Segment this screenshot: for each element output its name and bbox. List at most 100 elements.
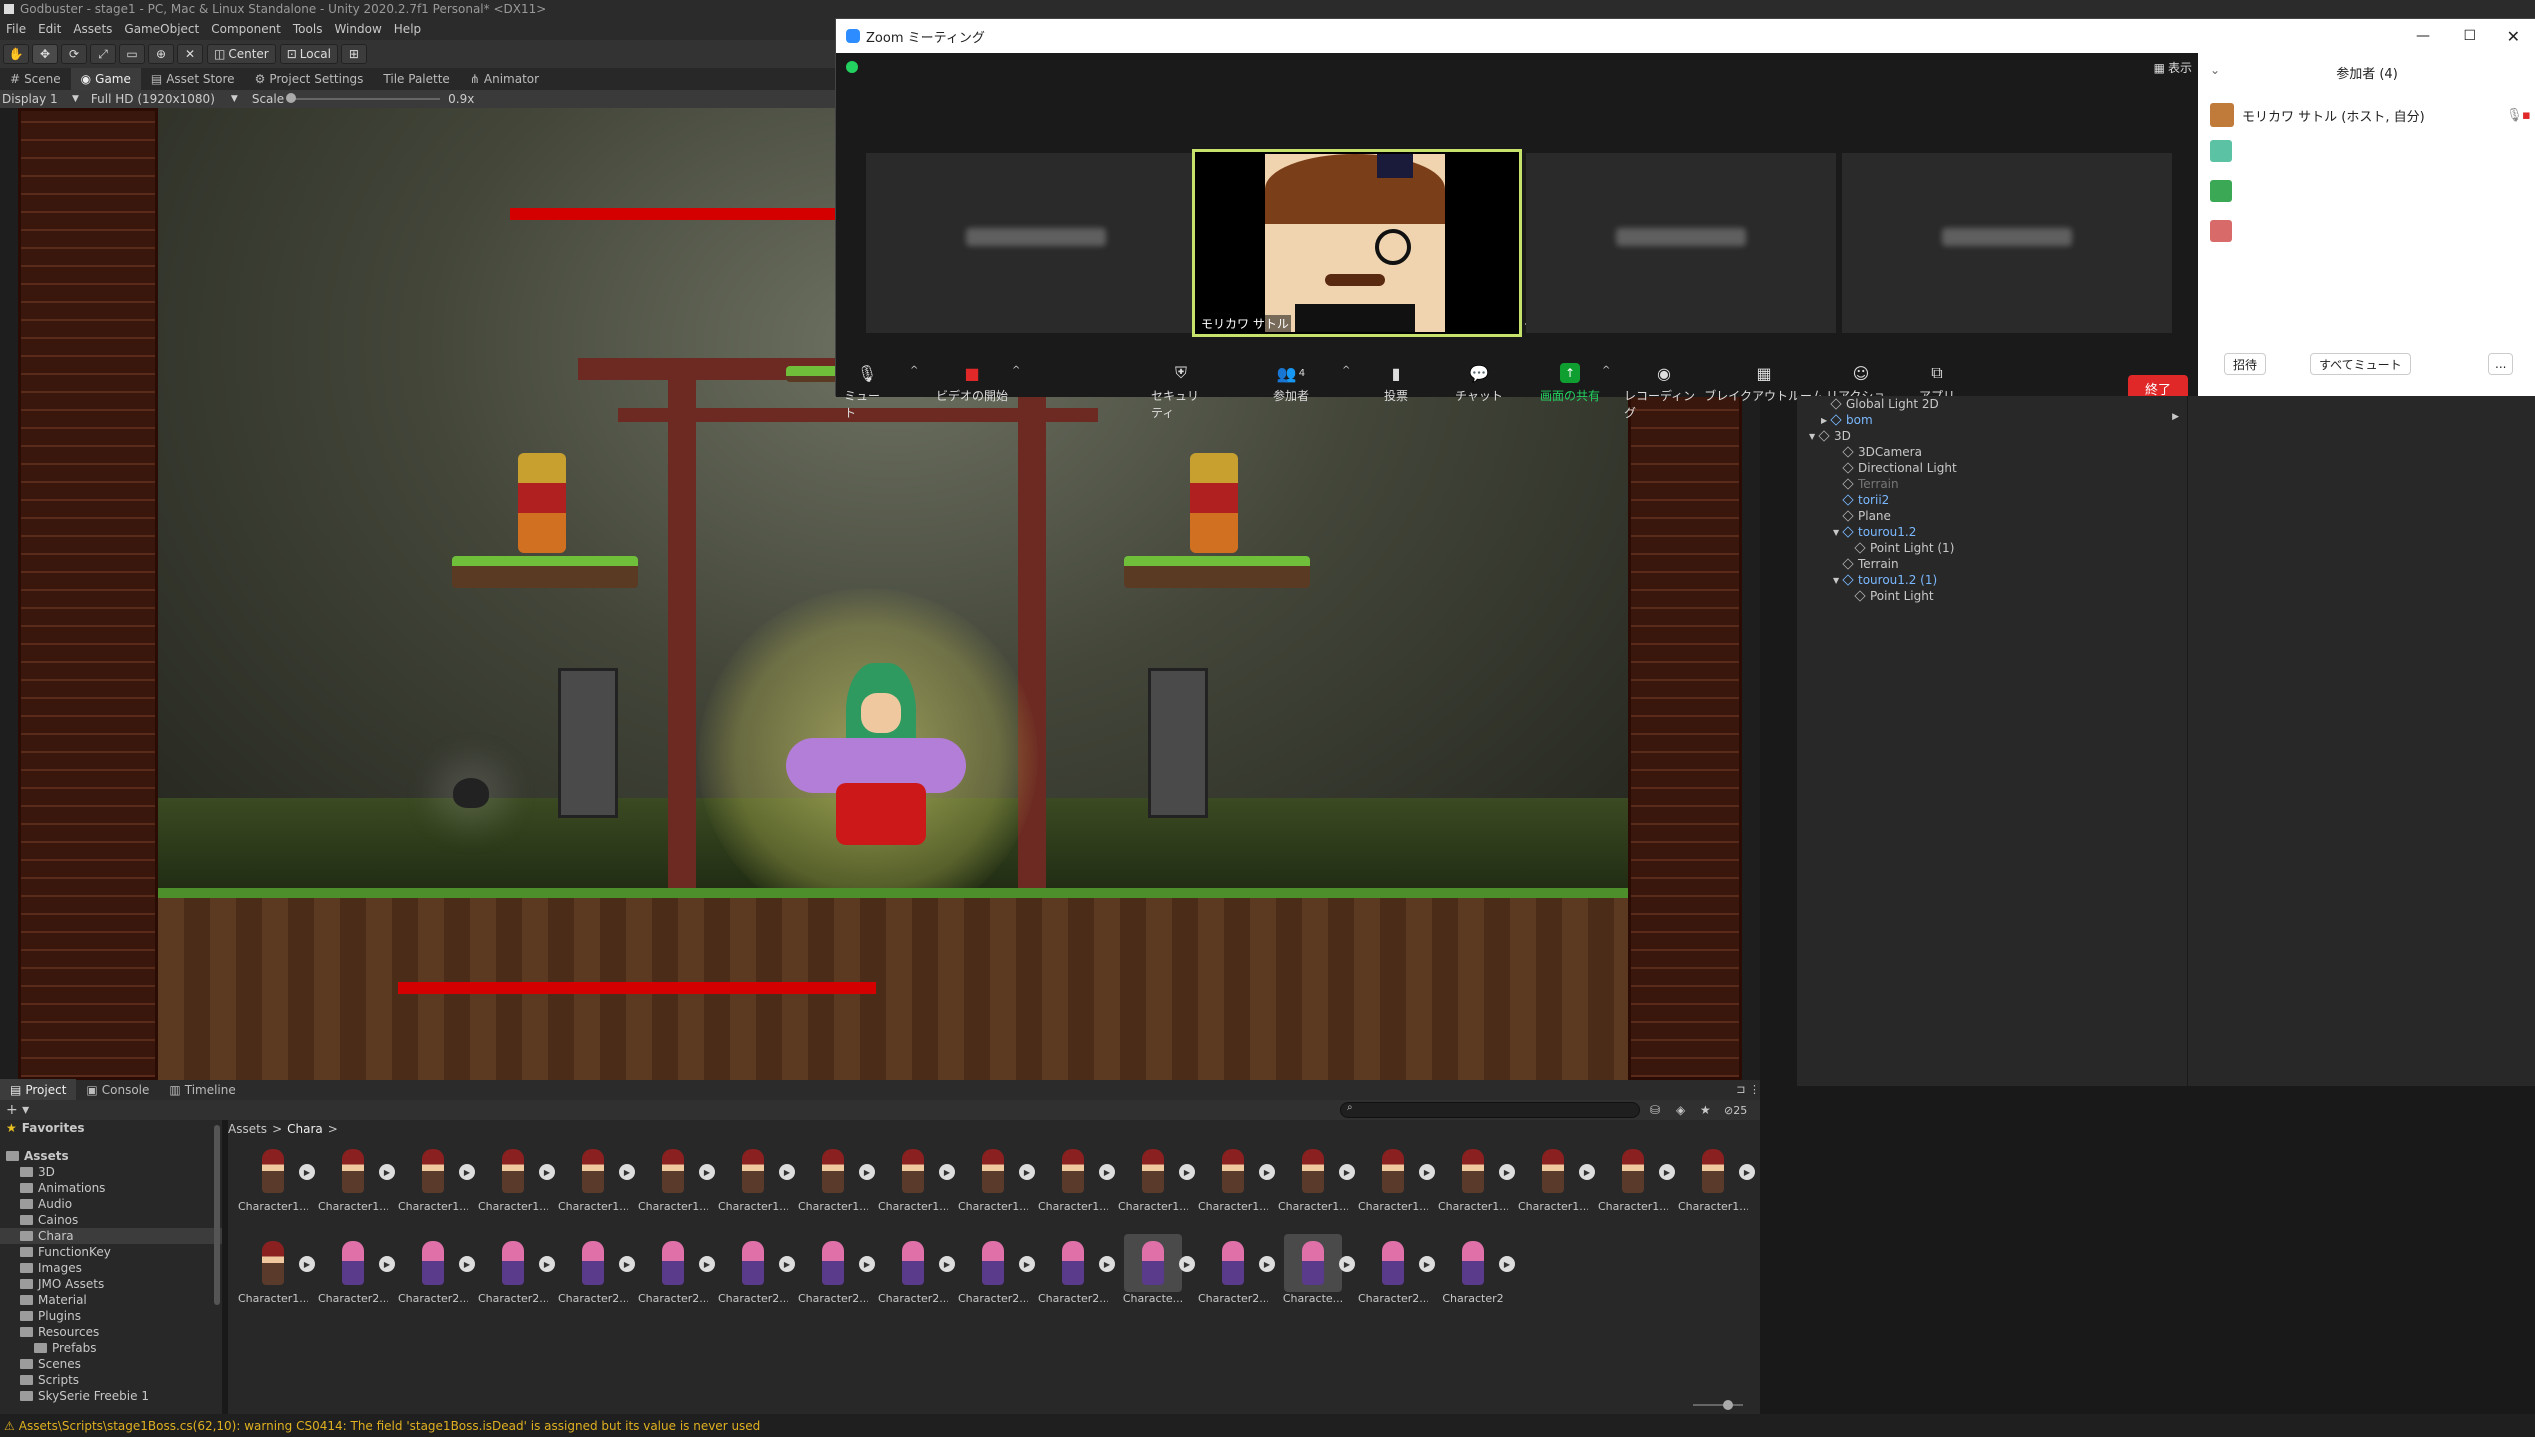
play-preview-icon[interactable]: ▶ <box>1259 1164 1275 1180</box>
asset-item[interactable]: ▶ Character2... <box>1198 1234 1275 1320</box>
play-preview-icon[interactable]: ▶ <box>1179 1164 1195 1180</box>
tree-folder-item[interactable]: Resources <box>0 1324 222 1340</box>
play-preview-icon[interactable]: ▶ <box>1499 1164 1515 1180</box>
mute-options-caret-icon[interactable]: ^ <box>910 365 918 376</box>
tree-folder-item[interactable]: Cainos <box>0 1212 222 1228</box>
hierarchy-item[interactable]: 3DCamera <box>1797 444 2187 460</box>
mute-button[interactable]: 🎙 ミュート <box>844 363 890 421</box>
display-dropdown[interactable]: Display 1 <box>2 92 72 106</box>
menu-gameobject[interactable]: GameObject <box>124 22 199 36</box>
asset-item[interactable]: ▶ Character2... <box>558 1234 635 1320</box>
resolution-dropdown[interactable]: Full HD (1920x1080) <box>91 92 231 106</box>
asset-item[interactable]: ▶ Character2... <box>478 1234 555 1320</box>
tree-folder-item[interactable]: Images <box>0 1260 222 1276</box>
tree-folder-item[interactable]: Scripts <box>0 1372 222 1388</box>
scale-slider[interactable] <box>286 93 441 103</box>
tree-folder-item[interactable]: Plugins <box>0 1308 222 1324</box>
hidden-count[interactable]: ⊘25 <box>1724 1104 1747 1117</box>
video-tile-3[interactable] <box>1526 153 1836 333</box>
play-preview-icon[interactable]: ▶ <box>379 1164 395 1180</box>
minimize-icon[interactable]: — <box>2416 28 2430 44</box>
tree-folder-item[interactable]: JMO Assets <box>0 1276 222 1292</box>
asset-item[interactable]: ▶ Character1... <box>1678 1142 1755 1228</box>
tab-project[interactable]: ▤ Project <box>0 1079 77 1101</box>
poll-button[interactable]: ▮ 投票 <box>1376 363 1416 404</box>
asset-item[interactable]: ▶ Character2... <box>1038 1234 1115 1320</box>
filter-type-icon[interactable]: ⛁ <box>1650 1103 1660 1117</box>
play-preview-icon[interactable]: ▶ <box>779 1164 795 1180</box>
scene-menu-arrow-icon[interactable]: ▶ <box>2172 412 2179 422</box>
rotate-tool-icon[interactable]: ⟳ <box>61 44 87 64</box>
play-preview-icon[interactable]: ▶ <box>619 1164 635 1180</box>
project-search-input[interactable]: ⌕ <box>1340 1102 1640 1118</box>
tree-folder-item[interactable]: Audio <box>0 1196 222 1212</box>
play-preview-icon[interactable]: ▶ <box>1099 1256 1115 1272</box>
asset-item[interactable]: ▶ Character1... <box>1518 1142 1595 1228</box>
invite-button[interactable]: 招待 <box>2224 353 2267 375</box>
asset-item[interactable]: ▶ Character2... <box>878 1234 955 1320</box>
asset-item[interactable]: ▶ Character1... <box>558 1142 635 1228</box>
menu-component[interactable]: Component <box>211 22 281 36</box>
asset-item[interactable]: ▶ Character2... <box>318 1234 395 1320</box>
tab-console[interactable]: ▣ Console <box>76 1079 159 1101</box>
pivot-center-button[interactable]: ◫ Center <box>207 44 276 64</box>
thumbnail-slider-handle[interactable] <box>1723 1400 1733 1410</box>
asset-item[interactable]: ▶ Character1... <box>638 1142 715 1228</box>
video-options-caret-icon[interactable]: ^ <box>1012 365 1020 376</box>
tree-scrollbar[interactable] <box>214 1125 220 1305</box>
hierarchy-item[interactable]: ▶ bom <box>1797 412 2187 428</box>
host-video-off-icon[interactable]: ▪ <box>2522 108 2531 123</box>
tab-animator[interactable]: ⋔ Animator <box>460 68 549 90</box>
asset-item[interactable]: ▶ Character2 <box>1438 1234 1515 1320</box>
favorite-star-icon[interactable]: ★ <box>1700 1103 1711 1117</box>
asset-item[interactable]: ▶ Character1... <box>238 1234 315 1320</box>
move-tool-icon[interactable]: ✥ <box>32 44 58 64</box>
asset-item[interactable]: ▶ Characte... <box>1118 1234 1195 1320</box>
tree-folder-item[interactable]: Material <box>0 1292 222 1308</box>
host-mic-icon[interactable]: 🎙 <box>2506 108 2523 123</box>
asset-item[interactable]: ▶ Character1... <box>398 1142 475 1228</box>
play-preview-icon[interactable]: ▶ <box>939 1256 955 1272</box>
participant-row-3[interactable] <box>2210 179 2530 203</box>
play-preview-icon[interactable]: ▶ <box>379 1256 395 1272</box>
asset-item[interactable]: ▶ Character1... <box>238 1142 315 1228</box>
play-preview-icon[interactable]: ▶ <box>1179 1256 1195 1272</box>
play-preview-icon[interactable]: ▶ <box>1019 1164 1035 1180</box>
asset-item[interactable]: ▶ Character2... <box>718 1234 795 1320</box>
create-menu-icon[interactable]: + ▾ <box>6 1102 29 1118</box>
tree-folder-item[interactable]: ★ Favorites <box>0 1120 222 1136</box>
play-preview-icon[interactable]: ▶ <box>1419 1256 1435 1272</box>
hierarchy-item[interactable]: ▼ tourou1.2 (1) <box>1797 572 2187 588</box>
video-tile-1[interactable] <box>866 153 1196 333</box>
hierarchy-item[interactable]: ▼ tourou1.2 <box>1797 524 2187 540</box>
asset-item[interactable]: ▶ Character1... <box>1358 1142 1435 1228</box>
tree-folder-item[interactable]: Scenes <box>0 1356 222 1372</box>
hierarchy-item[interactable]: Directional Light <box>1797 460 2187 476</box>
tab-project-settings[interactable]: ⚙ Project Settings <box>245 68 374 90</box>
participant-row-4[interactable] <box>2210 219 2530 243</box>
video-tile-4[interactable] <box>1842 153 2172 333</box>
tree-folder-item[interactable]: Chara <box>0 1228 222 1244</box>
play-preview-icon[interactable]: ▶ <box>1739 1164 1755 1180</box>
asset-item[interactable]: ▶ Character1... <box>878 1142 955 1228</box>
menu-edit[interactable]: Edit <box>38 22 61 36</box>
asset-item[interactable]: ▶ Character1... <box>1598 1142 1675 1228</box>
tree-folder-item[interactable]: Assets <box>0 1148 222 1164</box>
play-preview-icon[interactable]: ▶ <box>1659 1164 1675 1180</box>
zoom-window[interactable]: Zoom ミーティング — ☐ ✕ ▦ 表示 モリカワ サトル つ <box>835 18 2535 420</box>
tab-game[interactable]: ◉ Game <box>70 68 141 90</box>
asset-item[interactable]: ▶ Character2... <box>398 1234 475 1320</box>
participant-row-2[interactable] <box>2210 139 2530 163</box>
transform-tool-icon[interactable]: ⊕ <box>148 44 174 64</box>
hand-tool-icon[interactable]: ✋ <box>3 44 29 64</box>
breadcrumb-assets[interactable]: Assets <box>228 1122 267 1136</box>
play-preview-icon[interactable]: ▶ <box>539 1164 555 1180</box>
asset-item[interactable]: ▶ Character1... <box>1118 1142 1195 1228</box>
play-preview-icon[interactable]: ▶ <box>1259 1256 1275 1272</box>
chat-button[interactable]: 💬 チャット <box>1454 363 1504 404</box>
play-preview-icon[interactable]: ▶ <box>1339 1164 1355 1180</box>
rect-tool-icon[interactable]: ▭ <box>119 44 145 64</box>
asset-item[interactable]: ▶ Character2... <box>798 1234 875 1320</box>
asset-item[interactable]: ▶ Character1... <box>958 1142 1035 1228</box>
scale-tool-icon[interactable]: ⤢ <box>90 44 116 64</box>
